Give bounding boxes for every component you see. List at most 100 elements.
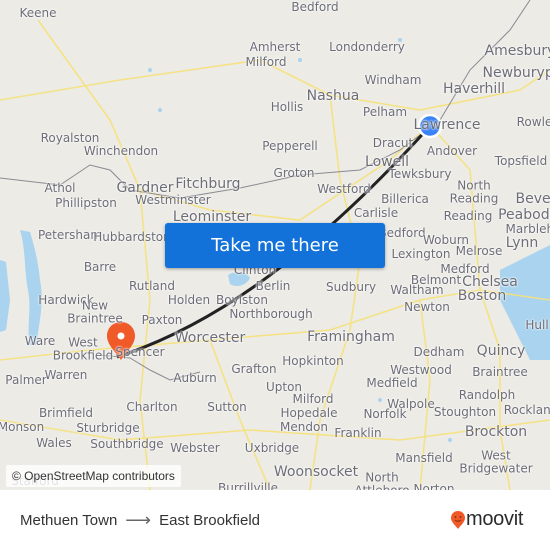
place-label: Pelham <box>362 105 408 119</box>
place-label: Burrillville <box>218 481 278 490</box>
place-label: Andover <box>426 144 478 158</box>
place-label: Woonsocket <box>273 464 359 480</box>
moovit-pin-icon <box>451 510 465 529</box>
place-label: Chelsea <box>462 274 518 290</box>
place-label: Medfield <box>366 376 418 390</box>
place-label: Norton <box>413 482 455 490</box>
place-label: Tewksbury <box>388 167 452 181</box>
map-attribution[interactable]: © OpenStreetMap contributors <box>6 465 181 487</box>
place-label: Groton <box>273 166 315 180</box>
place-label: North Attleboro <box>354 470 410 490</box>
place-label: Wales <box>36 436 72 450</box>
place-label: Webster <box>170 441 220 455</box>
place-label: Braintree <box>472 365 528 379</box>
place-label: Brockton <box>464 424 528 440</box>
place-label: Boston <box>457 288 507 304</box>
place-label: Milford <box>245 55 287 69</box>
place-label: Newton <box>404 300 450 314</box>
place-label: Beverly <box>515 191 550 207</box>
place-label: West Bridgewater <box>459 448 533 475</box>
place-label: Hollis <box>270 100 304 114</box>
place-label: Phillipston <box>55 196 117 210</box>
destination-name: East Brookfield <box>159 512 260 529</box>
place-label: Topsfield <box>494 154 548 168</box>
place-label: Athol <box>44 181 76 195</box>
place-label: Pepperell <box>262 139 318 153</box>
place-label: Palmer <box>5 373 47 387</box>
place-label: Westford <box>317 182 371 196</box>
place-label: Dracut <box>372 136 414 150</box>
place-label: Holden <box>167 293 211 307</box>
place-label: Lexington <box>391 247 451 261</box>
place-label: Brimfield <box>38 406 94 420</box>
place-label: Mendon <box>280 420 328 434</box>
place-label: Paxton <box>141 313 183 327</box>
place-label: Southbridge <box>90 437 164 451</box>
place-label: Fitchburg <box>175 176 241 192</box>
place-label: Billerica <box>381 192 429 206</box>
place-label: Sudbury <box>325 280 377 294</box>
place-label: Barre <box>83 260 117 274</box>
route-summary: Methuen Town ⟶ East Brookfield <box>20 510 260 531</box>
place-label: West Brookfield <box>52 335 114 362</box>
place-label: Hull <box>525 318 549 332</box>
place-label: Rutland <box>128 279 176 293</box>
place-label: Lawrence <box>413 117 481 133</box>
place-label: Spencer <box>115 345 165 359</box>
place-label: Peabody <box>498 207 550 223</box>
place-label: Grafton <box>231 362 277 376</box>
moovit-wordmark: moovit <box>466 508 524 530</box>
place-label: Amherst <box>249 40 301 54</box>
place-label: Monson <box>0 420 45 434</box>
take-me-there-button[interactable]: Take me there <box>165 223 385 268</box>
place-label: Westwood <box>390 363 452 377</box>
origin-name: Methuen Town <box>20 512 118 529</box>
place-label: Sutton <box>207 400 247 414</box>
place-label: Hubbardston <box>93 230 171 244</box>
place-label: Lynn <box>505 235 539 251</box>
moovit-logo[interactable]: moovit <box>450 508 523 531</box>
place-label: Waltham <box>390 283 444 297</box>
place-label: Bedford <box>291 0 339 14</box>
place-label: Windham <box>364 73 422 87</box>
place-label: Ware <box>24 334 56 348</box>
place-label: Mansfield <box>395 451 453 465</box>
place-label: North Reading <box>449 178 499 205</box>
place-label: Framingham <box>307 329 395 345</box>
place-label: Warren <box>44 368 88 382</box>
place-label: Marblehead <box>505 222 550 236</box>
place-label: Northborough <box>229 307 313 321</box>
arrow-right-icon: ⟶ <box>125 510 152 530</box>
place-label: Rockland <box>503 403 550 417</box>
place-label: Randolph <box>458 388 516 402</box>
place-label: Sturbridge <box>76 421 140 435</box>
place-label: Winchendon <box>83 144 159 158</box>
place-label: Londonderry <box>329 40 405 54</box>
place-label: Charlton <box>126 400 178 414</box>
place-label: Melrose <box>455 244 503 258</box>
place-label: Rowley <box>516 115 550 129</box>
place-label: Newburyport <box>482 65 550 81</box>
place-label: Dedham <box>413 345 465 359</box>
place-label: Stoughton <box>433 405 497 419</box>
place-label: Leominster <box>172 209 252 225</box>
place-label: Hopkinton <box>282 354 344 368</box>
place-label: Nashua <box>306 88 360 104</box>
place-label: Berlin <box>255 279 291 293</box>
place-label: Westminster <box>135 193 211 207</box>
place-label: Royalston <box>40 131 100 145</box>
place-label: Uxbridge <box>244 441 300 455</box>
place-label: Quincy <box>476 343 526 359</box>
place-label: Auburn <box>173 371 217 385</box>
place-label: New Braintree <box>67 298 123 325</box>
place-label: Carlisle <box>353 206 399 220</box>
place-label: Amesbury <box>484 43 550 59</box>
place-label: Bedford <box>378 226 426 240</box>
place-label: Reading <box>443 209 493 223</box>
place-label: Norfolk <box>363 407 407 421</box>
place-label: Haverhill <box>442 81 506 97</box>
place-label: Franklin <box>334 426 382 440</box>
place-label: Hopedale <box>280 406 338 420</box>
place-label: Worcester <box>174 330 246 346</box>
place-label: Boylston <box>216 293 268 307</box>
